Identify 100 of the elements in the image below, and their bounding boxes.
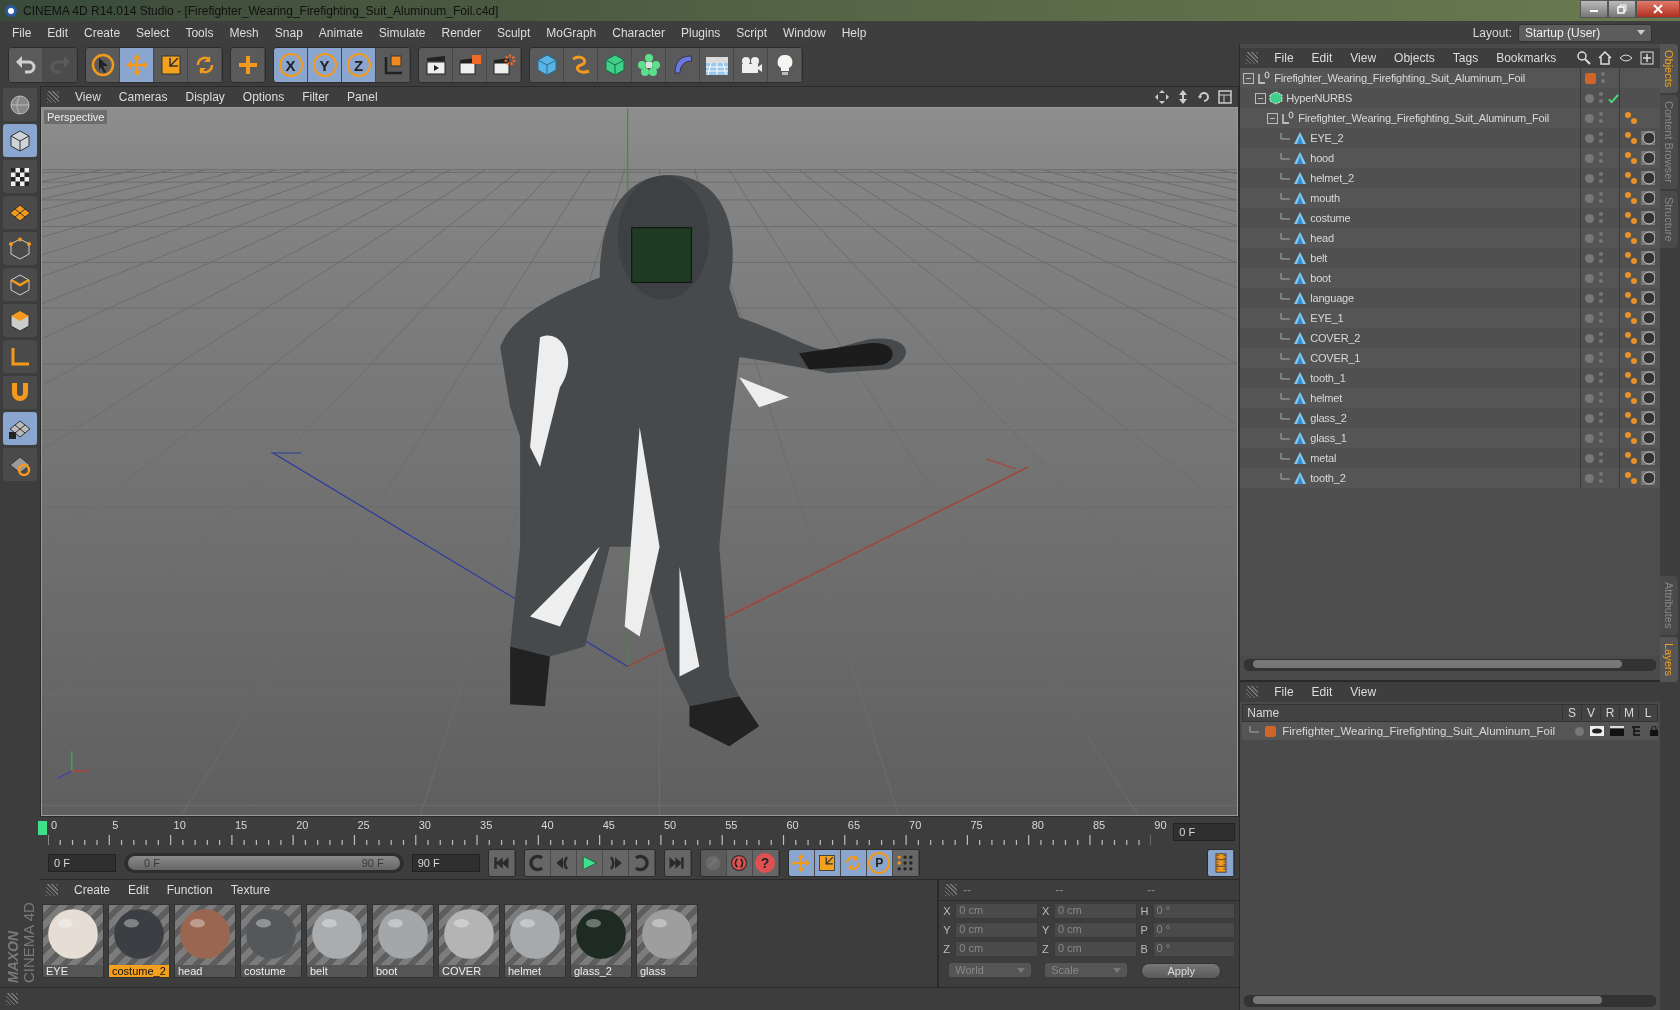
- column-header[interactable]: M: [1619, 706, 1638, 720]
- visibility-dots-icon[interactable]: [1598, 351, 1604, 365]
- layer-dot-icon[interactable]: [1585, 133, 1594, 143]
- menu-item[interactable]: View: [67, 90, 109, 104]
- grip-handle[interactable]: [945, 884, 958, 896]
- visibility-dots-icon[interactable]: [1598, 151, 1604, 165]
- mode-button[interactable]: [3, 412, 37, 445]
- menu-item[interactable]: Bookmarks: [1488, 51, 1565, 65]
- column-header[interactable]: L: [1638, 706, 1657, 720]
- next-frame-button[interactable]: [602, 850, 629, 876]
- menu-item[interactable]: Help: [833, 25, 875, 40]
- layout-dropdown[interactable]: Startup (User): [1518, 23, 1652, 42]
- menu-item[interactable]: Panel: [338, 90, 386, 104]
- tool-button[interactable]: [9, 48, 43, 82]
- phong-tag-icon[interactable]: [1624, 291, 1638, 305]
- tool-button[interactable]: [419, 48, 453, 82]
- move-view-icon[interactable]: [1155, 90, 1170, 104]
- visibility-dots-icon[interactable]: [1598, 91, 1604, 105]
- material-tag-icon[interactable]: [1641, 191, 1655, 205]
- menu-item[interactable]: Snap: [266, 25, 311, 40]
- menu-item[interactable]: View: [1342, 51, 1385, 65]
- layer-dot-icon[interactable]: [1585, 393, 1594, 403]
- menu-item[interactable]: Tags: [1444, 51, 1487, 65]
- material-tag-icon[interactable]: [1641, 331, 1655, 345]
- layer-dot-icon[interactable]: [1585, 433, 1594, 443]
- menu-item[interactable]: Select: [128, 25, 178, 40]
- material-tag-icon[interactable]: [1641, 231, 1655, 245]
- object-name[interactable]: language: [1310, 292, 1354, 304]
- layer-dot-icon[interactable]: [1585, 173, 1594, 183]
- loop-back-button[interactable]: [524, 850, 551, 876]
- start-frame-field[interactable]: 0 F: [48, 854, 116, 872]
- material-swatch[interactable]: boot: [372, 904, 434, 978]
- menu-item[interactable]: Edit: [1303, 51, 1341, 65]
- object-name[interactable]: boot: [1310, 272, 1331, 284]
- menu-item[interactable]: Tools: [177, 25, 222, 40]
- last-frame-button[interactable]: [664, 850, 691, 876]
- phong-tag-icon[interactable]: [1624, 271, 1638, 285]
- layer-dot-icon[interactable]: [1585, 213, 1594, 223]
- menu-item[interactable]: Edit: [1303, 685, 1341, 699]
- rotate-view-icon[interactable]: [1197, 90, 1212, 104]
- material-tag-icon[interactable]: [1641, 351, 1655, 365]
- phong-tag-icon[interactable]: [1624, 171, 1638, 185]
- material-tag-icon[interactable]: [1641, 271, 1655, 285]
- material-swatch[interactable]: glass: [636, 904, 698, 978]
- phong-tag-icon[interactable]: [1624, 231, 1638, 245]
- layer-dot-icon[interactable]: [1585, 273, 1594, 283]
- material-tag-icon[interactable]: [1641, 411, 1655, 425]
- phong-tag-icon[interactable]: [1624, 331, 1638, 345]
- phong-tag-icon[interactable]: [1624, 371, 1638, 385]
- material-tag-icon[interactable]: [1641, 391, 1655, 405]
- menu-item[interactable]: View: [1342, 685, 1385, 699]
- apply-button[interactable]: Apply: [1141, 963, 1222, 979]
- close-button[interactable]: [1636, 0, 1680, 18]
- eye-icon[interactable]: [1619, 51, 1633, 65]
- figure-drawing[interactable]: [500, 175, 906, 747]
- side-tab[interactable]: Layers: [1660, 636, 1678, 682]
- visibility-dots-icon[interactable]: [1598, 131, 1604, 145]
- visibility-dots-icon[interactable]: [1598, 311, 1604, 325]
- keyframe-button[interactable]: [726, 850, 753, 876]
- layer-dot-icon[interactable]: [1585, 253, 1594, 263]
- key-filter-button[interactable]: [840, 850, 867, 876]
- menu-item[interactable]: Simulate: [370, 25, 434, 40]
- menu-item[interactable]: Texture: [222, 883, 279, 897]
- layer-color-swatch[interactable]: [1585, 72, 1596, 84]
- first-frame-button[interactable]: [488, 850, 515, 876]
- new-panel-icon[interactable]: [1640, 51, 1654, 65]
- menu-item[interactable]: File: [4, 25, 40, 40]
- object-name[interactable]: mouth: [1310, 192, 1340, 204]
- current-frame-field[interactable]: 0 F: [1173, 823, 1236, 841]
- key-filter-button[interactable]: P: [866, 850, 893, 876]
- previous-frame-button[interactable]: [550, 850, 577, 876]
- column-header[interactable]: V: [1581, 706, 1600, 720]
- search-icon[interactable]: [1577, 51, 1591, 65]
- axis-lock-button[interactable]: X: [274, 48, 308, 82]
- phong-tag-icon[interactable]: [1624, 451, 1638, 465]
- object-name[interactable]: hood: [1310, 152, 1334, 164]
- clapperboard-icon[interactable]: [1610, 726, 1624, 736]
- layer-dot-icon[interactable]: [1585, 353, 1594, 363]
- menu-item[interactable]: MoGraph: [538, 25, 605, 40]
- tool-button[interactable]: [632, 48, 666, 82]
- phong-tag-icon[interactable]: [1624, 151, 1638, 165]
- axis-lock-button[interactable]: Z: [342, 48, 376, 82]
- menu-item[interactable]: Character: [604, 25, 673, 40]
- object-name[interactable]: metal: [1310, 452, 1337, 464]
- grip-handle[interactable]: [1246, 686, 1259, 698]
- maximize-button[interactable]: [1608, 0, 1636, 18]
- visibility-dots-icon[interactable]: [1598, 291, 1604, 305]
- phong-tag-icon[interactable]: [1624, 351, 1638, 365]
- material-swatch[interactable]: COVER: [438, 904, 500, 978]
- menu-item[interactable]: Render: [433, 25, 489, 40]
- phong-tag-icon[interactable]: [1624, 391, 1638, 405]
- layer-dot-icon[interactable]: [1585, 313, 1594, 323]
- keyframe-button[interactable]: ?: [752, 850, 779, 876]
- material-tag-icon[interactable]: [1641, 311, 1655, 325]
- visibility-dots-icon[interactable]: [1598, 111, 1604, 125]
- enabled-check-icon[interactable]: [1608, 92, 1619, 104]
- material-swatch[interactable]: costume: [240, 904, 302, 978]
- visibility-dots-icon[interactable]: [1598, 211, 1604, 225]
- object-name[interactable]: glass_2: [1310, 412, 1347, 424]
- phong-tag-icon[interactable]: [1624, 431, 1638, 445]
